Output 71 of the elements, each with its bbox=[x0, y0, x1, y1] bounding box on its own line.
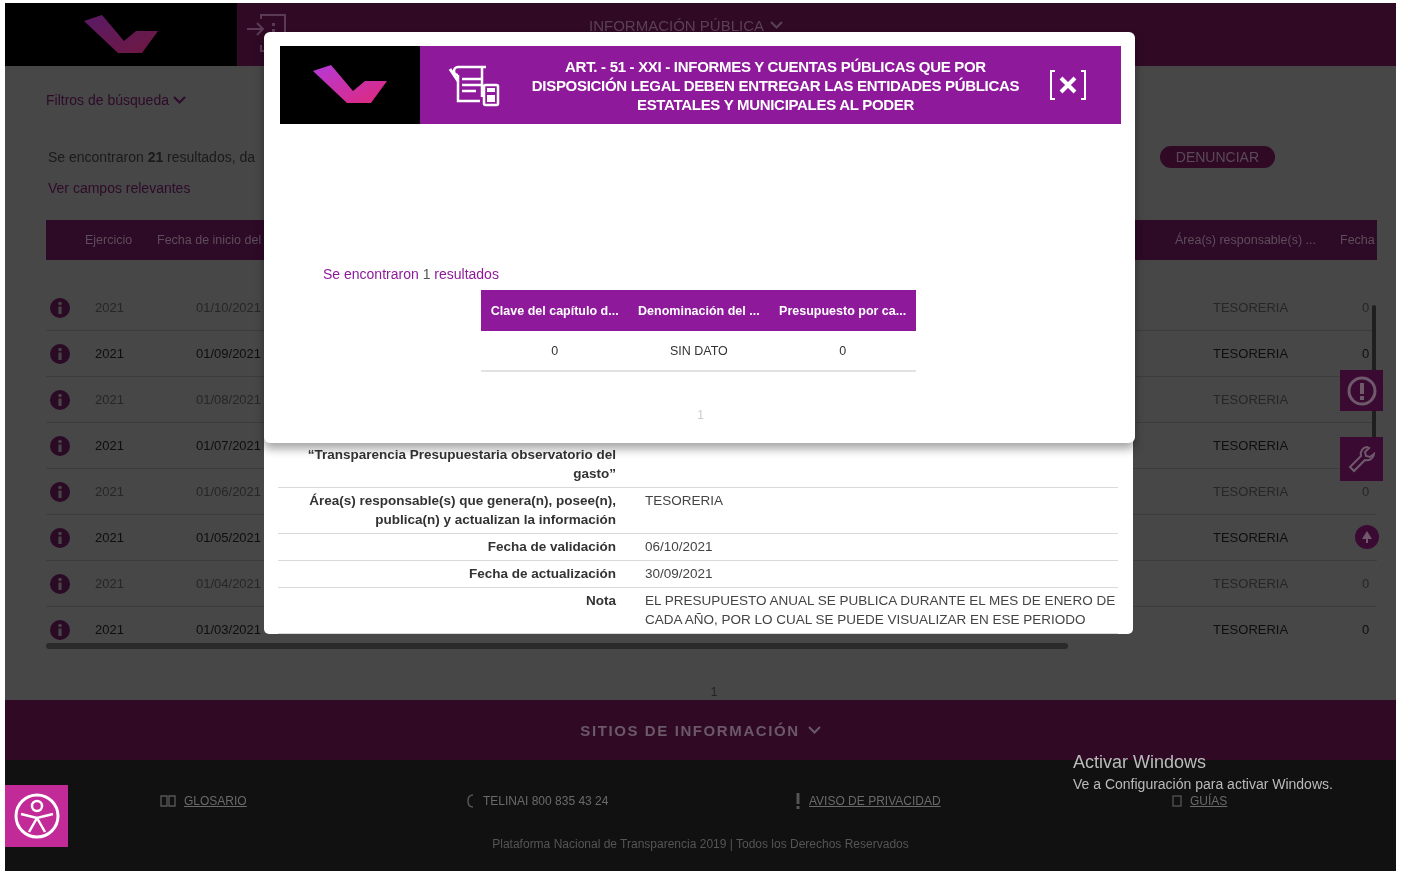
horizontal-scrollbar[interactable] bbox=[46, 643, 1068, 649]
table-cell: TESORERIA bbox=[1213, 438, 1289, 453]
info-icon[interactable] bbox=[50, 343, 70, 364]
filters-toggle[interactable]: Filtros de búsqueda bbox=[46, 92, 169, 108]
exclamation-circle-icon bbox=[1346, 375, 1377, 406]
column-header[interactable]: Clave del capítulo d... bbox=[481, 290, 629, 331]
info-icon[interactable] bbox=[50, 435, 70, 456]
activation-message: Ve a Configuración para activar Windows. bbox=[1073, 776, 1333, 792]
logo-icon bbox=[84, 14, 158, 55]
field-value: TESORERIA bbox=[645, 492, 724, 510]
field-label: Nota bbox=[585, 592, 616, 610]
table-cell: 2021 bbox=[95, 622, 124, 637]
column-header: Fecha bbox=[1340, 233, 1376, 247]
accessibility-button[interactable] bbox=[5, 785, 68, 847]
tools-button[interactable] bbox=[1340, 437, 1383, 481]
report-button[interactable]: DENUNCIAR bbox=[1159, 146, 1275, 168]
chevron-down-icon bbox=[770, 21, 784, 29]
book-icon bbox=[160, 794, 176, 808]
field-label: Área(s) responsable(s) que genera(n), posee(n), publica(n) y actualizan la información bbox=[308, 492, 616, 529]
close-button[interactable] bbox=[1049, 70, 1087, 100]
table-cell: 01/03/2021 bbox=[196, 622, 262, 637]
activation-title: Activar Windows bbox=[1073, 752, 1208, 773]
field-value: 30/09/2021 bbox=[645, 565, 714, 583]
info-icon[interactable] bbox=[50, 573, 70, 594]
table-cell: 2021 bbox=[95, 346, 124, 361]
wrench-icon bbox=[1346, 444, 1377, 474]
table-cell: 0 bbox=[769, 331, 916, 371]
info-icon[interactable] bbox=[50, 297, 70, 318]
chevron-down-icon bbox=[172, 96, 186, 104]
sites-toggle[interactable]: SITIOS DE INFORMACIÓN bbox=[580, 721, 800, 739]
column-header: Área(s) responsable(s) ... bbox=[1175, 233, 1318, 247]
chevron-down-icon bbox=[807, 726, 821, 734]
modal-title: ART. - 51 - XXI - INFORMES Y CUENTAS PÚBLICAS QUE POR DISPOSICIÓN LEGAL DEBEN ENTREGAR LAS ENTIDADES PÚBLICAS ESTATALES Y MUNICIPALES AL PODER bbox=[530, 56, 1021, 114]
table-cell: 2021 bbox=[95, 530, 124, 545]
table-cell: TESORERIA bbox=[1213, 530, 1289, 545]
table-cell: TESORERIA bbox=[1213, 622, 1289, 637]
column-header[interactable]: Denominación del ... bbox=[628, 290, 770, 331]
column-header: Ejercicio bbox=[85, 233, 134, 247]
info-icon[interactable] bbox=[50, 481, 70, 502]
info-icon[interactable] bbox=[50, 619, 70, 640]
field-label: Fecha de actualización bbox=[467, 565, 616, 583]
table-cell: 01/07/2021 bbox=[196, 438, 262, 453]
copyright-text: Plataforma Nacional de Transparencia 2019 | Todos los Derechos Reservados bbox=[492, 837, 909, 851]
column-header: Fecha de inicio del bbox=[157, 233, 263, 247]
table-cell: 01/09/2021 bbox=[196, 346, 262, 361]
field-value: 06/10/2021 bbox=[645, 538, 714, 556]
accessibility-icon bbox=[12, 792, 61, 840]
alert-button[interactable] bbox=[1340, 370, 1383, 411]
table-cell: 0 bbox=[481, 331, 629, 371]
document-calculator-icon bbox=[448, 63, 502, 107]
column-header[interactable]: Presupuesto por ca... bbox=[769, 290, 916, 331]
field-value: EL PRESUPUESTO ANUAL SE PUBLICA DURANTE EL MES DE ENERO DE CADA AÑO, POR LO CUAL SE PUEDE VISUALIZAR EN ESE PERIODO bbox=[645, 592, 1117, 629]
info-icon[interactable] bbox=[50, 389, 70, 410]
document-icon bbox=[1172, 795, 1182, 807]
close-icon bbox=[1049, 70, 1087, 100]
footer-link[interactable]: AVISO DE PRIVACIDAD bbox=[809, 794, 941, 808]
footer-link[interactable]: GLOSARIO bbox=[184, 794, 247, 808]
exclamation-icon bbox=[795, 793, 801, 809]
table-cell: 01/05/2021 bbox=[196, 530, 262, 545]
phone-text: TELINAI 800 835 43 24 bbox=[483, 794, 609, 808]
table-cell: 2021 bbox=[95, 438, 124, 453]
scroll-top-icon[interactable] bbox=[1355, 525, 1379, 549]
phone-icon bbox=[467, 794, 475, 808]
results-summary: Se encontraron 1 resultados bbox=[323, 266, 500, 282]
logo-icon bbox=[313, 65, 387, 105]
field-label: Fecha de validación bbox=[486, 538, 616, 556]
table-cell: SIN DATO bbox=[628, 331, 770, 371]
footer-link[interactable]: GUÍAS bbox=[1190, 794, 1228, 808]
info-icon[interactable] bbox=[50, 527, 70, 548]
field-label: “Transparencia Presupuestaria observatorio del gasto” bbox=[306, 446, 616, 483]
table-cell: TESORERIA bbox=[1213, 346, 1289, 361]
